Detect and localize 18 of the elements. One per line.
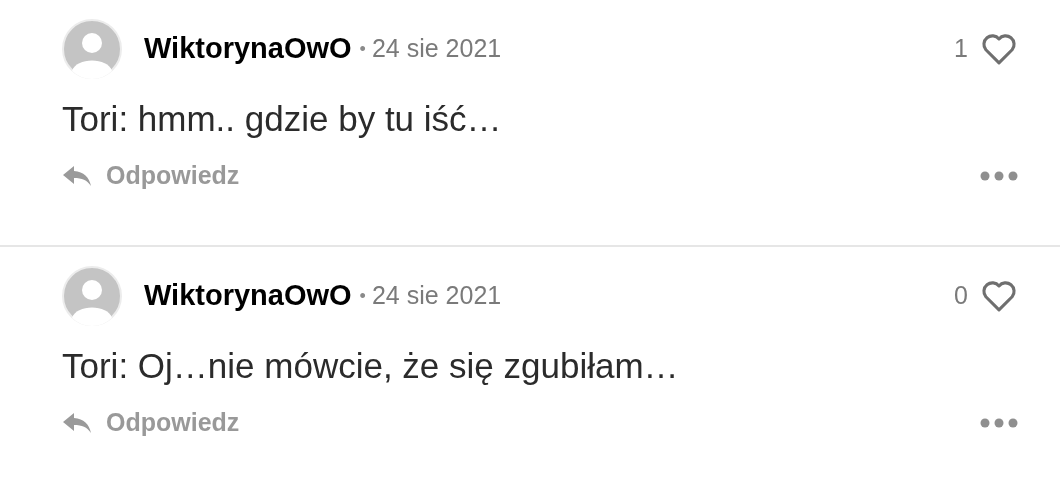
like-count: 1 xyxy=(954,33,968,65)
more-icon[interactable] xyxy=(980,417,1018,428)
heart-icon[interactable] xyxy=(980,279,1018,313)
comment-date: 24 sie 2021 xyxy=(371,280,502,312)
separator-dot: • xyxy=(359,284,366,308)
like-count: 0 xyxy=(954,280,968,312)
reply-icon xyxy=(62,411,92,434)
comment-date: 24 sie 2021 xyxy=(371,33,502,65)
comment-text: Tori: hmm.. gdzie by tu iść… xyxy=(62,98,503,140)
avatar-icon xyxy=(62,19,122,79)
author-name[interactable]: WiktorynaOwO xyxy=(144,274,352,318)
avatar-icon xyxy=(62,266,122,326)
reply-icon xyxy=(62,164,92,187)
more-icon[interactable] xyxy=(980,170,1018,181)
separator-dot: • xyxy=(359,37,366,61)
author-name[interactable]: WiktorynaOwO xyxy=(144,27,352,71)
heart-icon[interactable] xyxy=(980,32,1018,66)
comment-text: Tori: Oj…nie mówcie, że się zgubiłam… xyxy=(62,345,680,387)
